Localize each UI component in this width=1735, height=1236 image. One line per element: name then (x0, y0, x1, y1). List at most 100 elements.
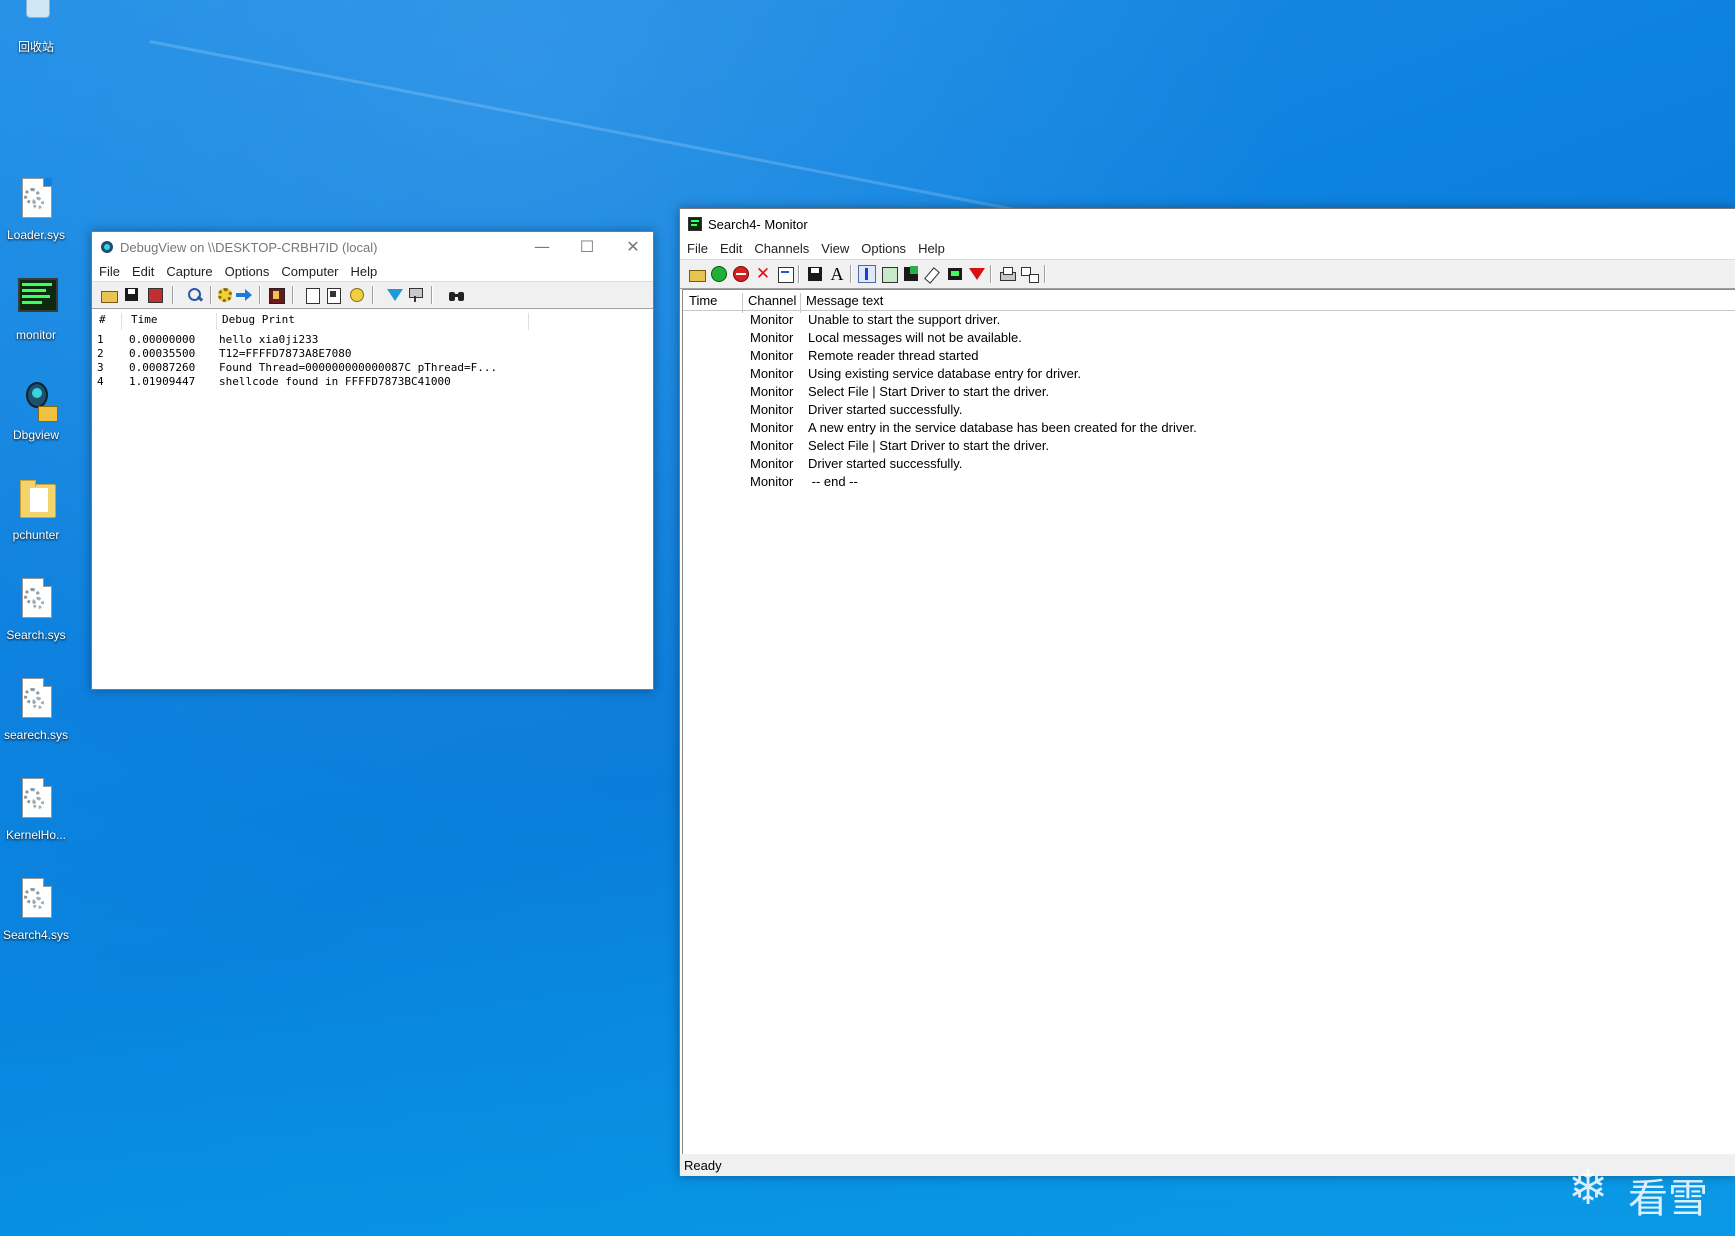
menu-help[interactable]: Help (912, 238, 951, 259)
autoscroll-icon[interactable] (858, 265, 876, 283)
column-header-time[interactable]: Time (689, 293, 717, 308)
snowflake-icon: ❄ (1568, 1160, 1609, 1216)
stop-icon[interactable] (732, 265, 750, 283)
list-item[interactable]: Monitor -- end -- (683, 474, 1735, 492)
row-time: 0.00000000 (129, 333, 196, 346)
find-icon[interactable] (186, 286, 204, 304)
binoculars-icon[interactable] (448, 286, 466, 304)
save-log-icon[interactable] (902, 265, 920, 283)
menu-help[interactable]: Help (345, 261, 384, 282)
table-row[interactable]: 3 0.00087260 Found Thread=00000000000008… (93, 361, 652, 375)
desktop-icon-label: Dbgview (12, 428, 60, 442)
row-channel: Monitor (750, 366, 794, 381)
menu-channels[interactable]: Channels (748, 238, 815, 259)
watermark-text: 看雪 (1628, 1176, 1708, 1222)
column-header-time[interactable]: Time (131, 313, 158, 326)
arrow-right-icon[interactable] (235, 286, 253, 304)
list-item[interactable]: Monitor Remote reader thread started (683, 348, 1735, 366)
desktop-icon-recycle-bin[interactable]: 回收站 (0, 0, 72, 55)
list-item[interactable]: Monitor Unable to start the support drive… (683, 312, 1735, 330)
desktop-icon-dbgview[interactable]: Dbgview (0, 378, 72, 442)
start-icon[interactable] (710, 265, 728, 283)
desktop-icon-monitor[interactable]: monitor (0, 278, 72, 342)
list-item[interactable]: Monitor A new entry in the service databa… (683, 420, 1735, 438)
desktop-icon-search-sys[interactable]: Search.sys (0, 578, 72, 642)
row-number: 4 (97, 375, 104, 388)
save-icon[interactable] (806, 265, 824, 283)
minimize-button[interactable]: — (520, 232, 564, 262)
list-item[interactable]: Monitor Select File | Start Driver to sta… (683, 438, 1735, 456)
column-header-channel[interactable]: Channel (748, 293, 796, 308)
menu-options[interactable]: Options (219, 261, 276, 282)
highlight-filter-icon[interactable] (386, 286, 404, 304)
channel-icon[interactable] (946, 265, 964, 283)
row-message: -- end -- (808, 474, 858, 489)
connect-icon[interactable] (406, 286, 424, 304)
maximize-button[interactable]: ☐ (565, 232, 609, 262)
desktop-icon-label: monitor (15, 328, 56, 342)
table-row[interactable]: 4 1.01909447 shellcode found in FFFFD787… (93, 375, 652, 389)
row-message: Using existing service database entry fo… (808, 366, 1082, 381)
print-icon[interactable] (998, 265, 1016, 283)
column-header-debug-print[interactable]: Debug Print (222, 313, 295, 326)
table-row[interactable]: 2 0.00035500 T12=FFFFD7873A8E7080 (93, 347, 652, 361)
menu-computer[interactable]: Computer (275, 261, 344, 282)
debugview-titlebar[interactable]: DebugView on \\DESKTOP-CRBH7ID (local) —… (92, 232, 653, 262)
desktop-icon-kernelho[interactable]: KernelHo... (0, 778, 72, 842)
network-icon[interactable] (1020, 265, 1039, 283)
row-time: 1.01909447 (129, 375, 196, 388)
capture-gear-icon[interactable] (216, 286, 234, 304)
column-header-message-text[interactable]: Message text (806, 293, 883, 308)
filter-icon[interactable] (968, 265, 986, 283)
save-icon[interactable] (123, 286, 141, 304)
desktop-icon-searech-sys[interactable]: searech.sys (0, 678, 72, 742)
menu-edit[interactable]: Edit (714, 238, 748, 259)
system-file-icon (16, 578, 56, 624)
clear-display-icon[interactable] (146, 286, 164, 304)
monitor-toolbar: ✕ A (680, 259, 1735, 289)
row-channel: Monitor (750, 348, 794, 363)
row-message: Remote reader thread started (808, 348, 979, 363)
table-row[interactable]: 1 0.00000000 hello xia0ji233 (93, 333, 652, 347)
menu-edit[interactable]: Edit (126, 261, 160, 282)
column-header-number[interactable]: # (99, 313, 106, 326)
close-button[interactable]: ✕ (611, 232, 655, 262)
menu-file[interactable]: File (681, 238, 714, 259)
desktop-icon-search4-sys[interactable]: Search4.sys (0, 878, 72, 942)
menu-view[interactable]: View (815, 238, 855, 259)
font-icon[interactable]: A (828, 264, 846, 284)
list-item[interactable]: Monitor Driver started successfully. (683, 402, 1735, 420)
delete-icon[interactable]: ✕ (754, 264, 772, 284)
capture-kernel-icon[interactable] (267, 286, 285, 304)
monitor-titlebar[interactable]: Search4- Monitor (680, 209, 1735, 239)
row-message: Local messages will not be available. (808, 330, 1022, 345)
row-channel: Monitor (750, 330, 794, 345)
menu-capture[interactable]: Capture (160, 261, 218, 282)
capture-icon[interactable] (880, 265, 898, 283)
monitor-message-list[interactable]: Time Channel Message text Monitor Unable … (682, 289, 1735, 1154)
list-item[interactable]: Monitor Local messages will not be availa… (683, 330, 1735, 348)
desktop-icon-label: searech.sys (3, 728, 69, 742)
menu-file[interactable]: File (93, 261, 126, 282)
filter-edit-icon[interactable] (304, 286, 322, 304)
row-channel: Monitor (750, 312, 794, 327)
row-channel: Monitor (750, 420, 794, 435)
row-channel: Monitor (750, 438, 794, 453)
history-depth-icon[interactable] (325, 286, 343, 304)
desktop-icon-pchunter[interactable]: pchunter (0, 478, 72, 542)
eraser-icon[interactable] (924, 265, 942, 284)
debugview-window[interactable]: DebugView on \\DESKTOP-CRBH7ID (local) —… (91, 231, 654, 690)
row-channel: Monitor (750, 474, 794, 489)
list-item[interactable]: Monitor Driver started successfully. (683, 456, 1735, 474)
list-item[interactable]: Monitor Using existing service database e… (683, 366, 1735, 384)
debugview-toolbar (92, 281, 653, 309)
desktop-icon-loader-sys[interactable]: Loader.sys (0, 178, 72, 242)
list-item[interactable]: Monitor Select File | Start Driver to sta… (683, 384, 1735, 402)
alarm-clock-icon[interactable] (348, 286, 366, 304)
open-icon[interactable] (100, 286, 118, 304)
properties-icon[interactable] (776, 265, 794, 283)
open-icon[interactable] (688, 265, 706, 283)
menu-options[interactable]: Options (855, 238, 912, 259)
debugview-list[interactable]: # Time Debug Print 1 0.00000000 hello xi… (93, 308, 652, 688)
monitor-window[interactable]: Search4- Monitor File Edit Channels View Opt… (679, 208, 1735, 1176)
